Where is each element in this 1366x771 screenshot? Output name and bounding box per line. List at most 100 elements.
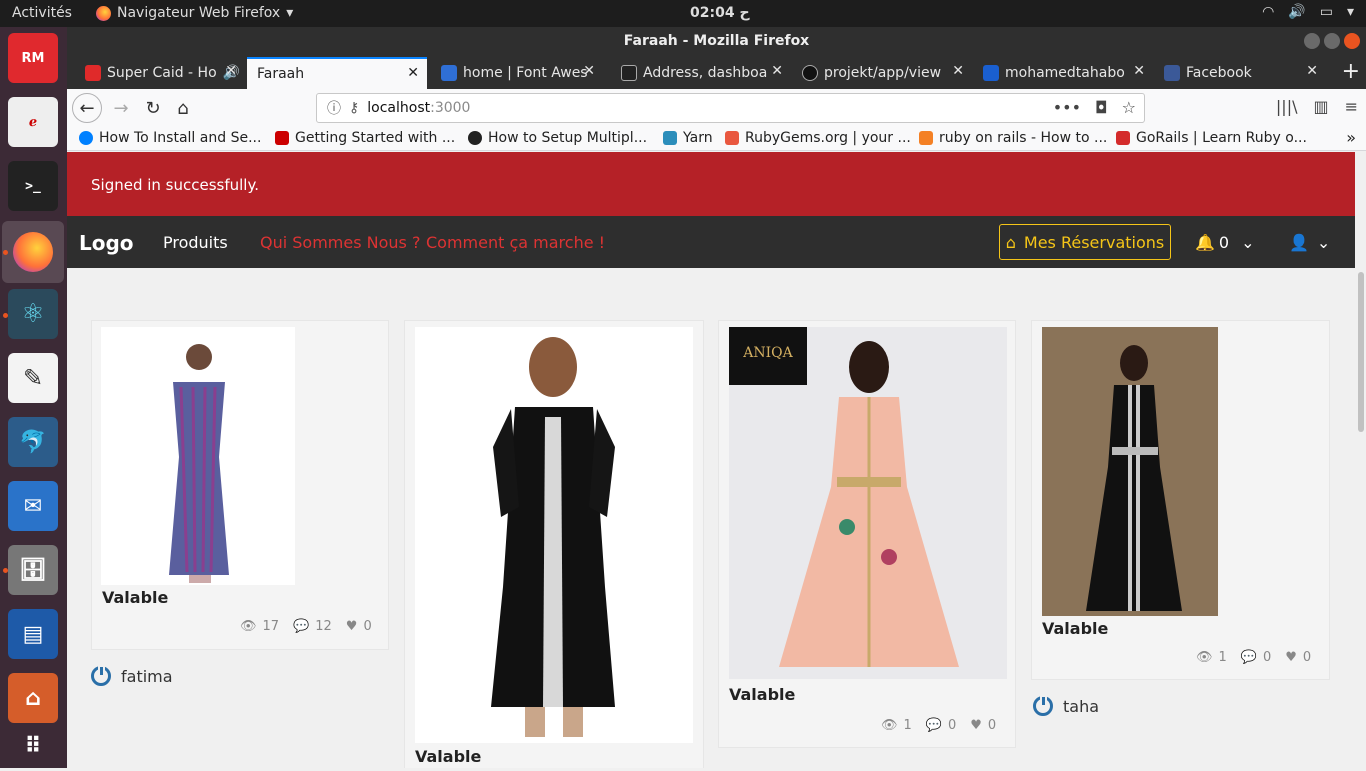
user-dropdown[interactable]: 👤 ⌄ <box>1289 233 1330 252</box>
site-logo[interactable]: Logo <box>79 231 134 255</box>
close-tab-icon[interactable]: ✕ <box>1133 63 1145 79</box>
nav-comment-ca-marche[interactable]: Comment ça marche ! <box>426 233 605 252</box>
likes-count: 0 <box>987 718 997 733</box>
tab-mohamedtaha[interactable]: mohamedtahabo ✕ <box>973 57 1153 89</box>
home-button[interactable]: ⌂ <box>169 94 197 122</box>
chevron-down-icon: ▾ <box>286 5 294 21</box>
reservations-button[interactable]: ⌂ Mes Réservations <box>999 224 1171 260</box>
maximize-button[interactable] <box>1324 33 1340 49</box>
product-card[interactable]: Valable 👁 17 💬 12 ♥ 0 <box>91 320 389 650</box>
atom-icon[interactable]: ⚛ <box>8 289 58 339</box>
reload-button[interactable]: ↻ <box>139 94 167 122</box>
product-owner[interactable]: fatima <box>91 665 173 686</box>
mysql-workbench-icon[interactable]: 🐬 <box>8 417 58 467</box>
tab-super-caid[interactable]: Super Caid - Ho 🔊 ✕ <box>75 57 245 89</box>
tab-label: Facebook <box>1186 65 1252 81</box>
product-image[interactable] <box>101 327 295 585</box>
system-tray[interactable]: ◠ 🔊 ▭ ▾ <box>1262 4 1354 20</box>
info-icon[interactable]: ⓘ <box>327 98 341 118</box>
bookmark-item[interactable]: Getting Started with ... <box>275 130 455 146</box>
tab-favicon <box>983 65 999 81</box>
gedit-icon[interactable]: ✎ <box>8 353 58 403</box>
owner-name: taha <box>1063 696 1100 716</box>
dress-figure <box>491 337 615 737</box>
product-image[interactable]: ANIQA <box>729 327 1007 679</box>
yarn-icon <box>663 131 677 145</box>
sidebar-icon[interactable]: ▥ <box>1313 97 1328 116</box>
scrollbar-thumb[interactable] <box>1358 272 1364 432</box>
heart-icon: ♥ <box>345 619 358 634</box>
bookmark-item[interactable]: GoRails | Learn Ruby o... <box>1116 130 1307 146</box>
close-tab-icon[interactable]: ✕ <box>225 63 237 79</box>
close-tab-icon[interactable]: ✕ <box>1306 63 1318 79</box>
bookmark-item[interactable]: How to Setup Multipl... <box>468 130 647 146</box>
product-image[interactable] <box>1042 327 1218 616</box>
tab-github-projekt[interactable]: projekt/app/view ✕ <box>792 57 972 89</box>
eye-icon: 👁 <box>881 718 898 733</box>
bookmark-star-icon[interactable]: ☆ <box>1122 98 1136 117</box>
owner-name: fatima <box>121 666 173 686</box>
views-stat: 👁 1 <box>881 718 912 733</box>
github-icon <box>802 65 818 81</box>
firefox-dock-icon[interactable] <box>2 221 64 283</box>
nav-qui-sommes-nous[interactable]: Qui Sommes Nous ? <box>260 233 420 252</box>
minimize-button[interactable] <box>1304 33 1320 49</box>
product-owner[interactable]: taha <box>1033 695 1100 716</box>
clock[interactable]: ح 02:04 <box>690 5 750 21</box>
tab-strip: Super Caid - Ho 🔊 ✕ Faraah ✕ home | Font… <box>67 55 1366 89</box>
close-tab-icon[interactable]: ✕ <box>407 65 419 81</box>
page-actions-icon[interactable]: ••• <box>1053 98 1081 117</box>
volume-icon: 🔊 <box>1288 4 1306 20</box>
terminal-icon[interactable]: >_ <box>8 161 58 211</box>
bookmark-item[interactable]: Yarn <box>663 130 713 146</box>
notifications-dropdown[interactable]: 🔔 0 ⌄ <box>1195 233 1255 252</box>
key-icon: ⚷ <box>349 100 360 116</box>
close-tab-icon[interactable]: ✕ <box>952 63 964 79</box>
new-tab-button[interactable]: + <box>1342 59 1360 84</box>
product-card[interactable]: Valable <box>404 320 704 768</box>
tab-favicon <box>621 65 637 81</box>
firefox-icon <box>13 232 53 272</box>
navigation-toolbar: ← → ↻ ⌂ ⓘ ⚷ localhost :3000 ••• ◘ ☆ |||\… <box>67 89 1366 127</box>
tab-faraah[interactable]: Faraah ✕ <box>247 57 427 89</box>
hamburger-menu-icon[interactable]: ≡ <box>1345 97 1358 116</box>
product-card[interactable]: ANIQA Valable 👁 1 💬 0 ♥ 0 <box>718 320 1016 748</box>
forward-button[interactable]: → <box>107 94 135 122</box>
show-apps-icon[interactable]: ⠿ <box>8 721 58 771</box>
pocket-icon[interactable]: ◘ <box>1095 98 1108 117</box>
close-tab-icon[interactable]: ✕ <box>771 63 783 79</box>
bookmark-item[interactable]: How To Install and Se... <box>79 130 261 146</box>
back-button[interactable]: ← <box>72 93 102 123</box>
software-center-icon[interactable]: ⌂ <box>8 673 58 723</box>
tab-facebook[interactable]: Facebook ✕ <box>1154 57 1326 89</box>
tab-label: projekt/app/view <box>824 65 942 81</box>
files-icon[interactable]: 🗄 <box>8 545 58 595</box>
tab-favicon <box>441 65 457 81</box>
bookmark-label: Getting Started with ... <box>295 130 456 146</box>
close-tab-icon[interactable]: ✕ <box>583 63 595 79</box>
library-icon[interactable]: |||\ <box>1276 97 1298 116</box>
wifi-icon: ◠ <box>1262 4 1275 20</box>
page-scrollbar[interactable] <box>1355 152 1366 768</box>
rubymine-icon[interactable]: RM <box>8 33 58 83</box>
app-menu[interactable]: Navigateur Web Firefox ▾ <box>96 5 293 21</box>
tab-font-awesome[interactable]: home | Font Awes ✕ <box>431 57 603 89</box>
url-bar[interactable]: ⓘ ⚷ localhost :3000 ••• ◘ ☆ <box>316 93 1145 123</box>
product-image[interactable] <box>415 327 693 743</box>
chevron-down-icon: ⌄ <box>1241 233 1255 252</box>
views-count: 1 <box>1218 650 1227 665</box>
text-editor-icon[interactable]: ℯ <box>8 97 58 147</box>
bookmark-item[interactable]: ruby on rails - How to ... <box>919 130 1107 146</box>
activities-button[interactable]: Activités <box>12 5 72 21</box>
bookmarks-toolbar: How To Install and Se... Getting Started… <box>67 127 1366 151</box>
product-card[interactable]: Valable 👁 1 💬 0 ♥ 0 <box>1031 320 1330 680</box>
comment-icon: 💬 <box>293 619 310 634</box>
tab-address-dashboard[interactable]: Address, dashboa ✕ <box>611 57 791 89</box>
more-bookmarks-icon[interactable]: » <box>1346 128 1356 147</box>
nav-produits[interactable]: Produits <box>163 233 228 252</box>
thunderbird-icon[interactable]: ✉ <box>8 481 58 531</box>
libreoffice-impress-icon[interactable]: ▤ <box>8 609 58 659</box>
bookmark-item[interactable]: RubyGems.org | your ... <box>725 130 911 146</box>
reservations-label: Mes Réservations <box>1023 232 1165 252</box>
close-window-button[interactable] <box>1344 33 1360 49</box>
